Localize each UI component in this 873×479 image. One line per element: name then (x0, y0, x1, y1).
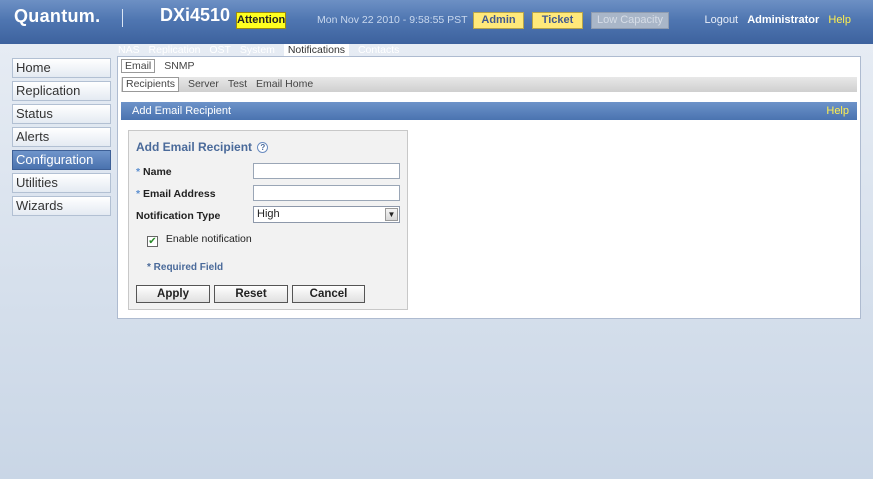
name-label-text: Name (143, 166, 172, 178)
enable-notification-label: Enable notification (165, 233, 252, 245)
quantum-logo: Quantum. (14, 6, 101, 26)
chevron-down-icon[interactable]: ▼ (385, 208, 398, 221)
tab-recipients[interactable]: Recipients (122, 77, 180, 92)
low-capacity-button[interactable]: Low Capacity (591, 12, 669, 29)
name-label: * Name (136, 166, 172, 178)
notification-type-value: High (257, 208, 280, 220)
user-name: Administrator (747, 14, 820, 26)
reset-button[interactable]: Reset (214, 285, 288, 303)
tab-server[interactable]: Server (188, 77, 219, 92)
email-field[interactable] (253, 185, 400, 201)
nav-utilities[interactable]: Utilities (12, 173, 111, 193)
datetime-display: Mon Nov 22 2010 - 9:58:55 PST (317, 14, 468, 26)
logout-link[interactable]: Logout (704, 14, 738, 26)
form-title: Add Email Recipient ? (136, 140, 269, 154)
name-field[interactable] (253, 163, 400, 179)
top-tab-bar: NAS Replication OST System Notifications… (118, 44, 405, 56)
attention-button[interactable]: Attention (236, 12, 286, 29)
help-icon[interactable]: ? (257, 142, 269, 153)
tab-ost[interactable]: OST (209, 44, 231, 56)
enable-notification-row: ✔ Enable notification (147, 233, 252, 247)
nav-replication[interactable]: Replication (12, 81, 111, 101)
tab-nas[interactable]: NAS (118, 44, 140, 56)
tab-snmp[interactable]: SNMP (164, 60, 194, 72)
email-label: * Email Address (136, 188, 216, 200)
nav-wizards[interactable]: Wizards (12, 196, 111, 216)
apply-button[interactable]: Apply (136, 285, 210, 303)
email-subtabs: Recipients Server Test Email Home (121, 77, 857, 92)
tab-email-home[interactable]: Email Home (256, 77, 313, 92)
tab-email[interactable]: Email (121, 59, 156, 73)
tab-notifications[interactable]: Notifications (283, 44, 350, 56)
nav-home[interactable]: Home (12, 58, 111, 78)
product-name: DXi4510 (160, 5, 231, 25)
header-divider (122, 9, 123, 27)
form-title-text: Add Email Recipient (136, 140, 253, 154)
enable-notification-checkbox[interactable]: ✔ (147, 236, 158, 247)
ticket-button[interactable]: Ticket (532, 12, 583, 29)
add-recipient-form: Add Email Recipient ? * Name * Email Add… (128, 130, 408, 310)
required-field-note: * Required Field (147, 262, 224, 273)
nav-alerts[interactable]: Alerts (12, 127, 111, 147)
tab-test[interactable]: Test (228, 77, 247, 92)
admin-button[interactable]: Admin (473, 12, 524, 29)
main-panel: Email SNMP Recipients Server Test Email … (117, 56, 861, 319)
required-mark: * (136, 188, 141, 200)
nav-configuration[interactable]: Configuration (12, 150, 111, 170)
tab-contacts[interactable]: Contacts (358, 44, 399, 56)
section-title-bar: Add Email Recipient Help (121, 102, 857, 120)
required-mark: * (136, 166, 141, 178)
tab-replication[interactable]: Replication (149, 44, 201, 56)
header-bar: Quantum. DXi4510 Attention Mon Nov 22 20… (0, 0, 873, 44)
cancel-button[interactable]: Cancel (292, 285, 365, 303)
email-snmp-tabs: Email SNMP (121, 59, 201, 73)
nav-status[interactable]: Status (12, 104, 111, 124)
email-label-text: Email Address (143, 188, 216, 200)
tab-system[interactable]: System (240, 44, 275, 56)
notification-type-label: Notification Type (136, 210, 221, 222)
left-nav: Home Replication Status Alerts Configura… (12, 58, 111, 219)
help-link[interactable]: Help (828, 14, 851, 26)
section-help-link[interactable]: Help (826, 102, 849, 120)
notification-type-select[interactable]: High ▼ (253, 206, 400, 223)
section-title: Add Email Recipient (132, 105, 232, 117)
header-user-area: Logout Administrator Help (698, 14, 851, 26)
